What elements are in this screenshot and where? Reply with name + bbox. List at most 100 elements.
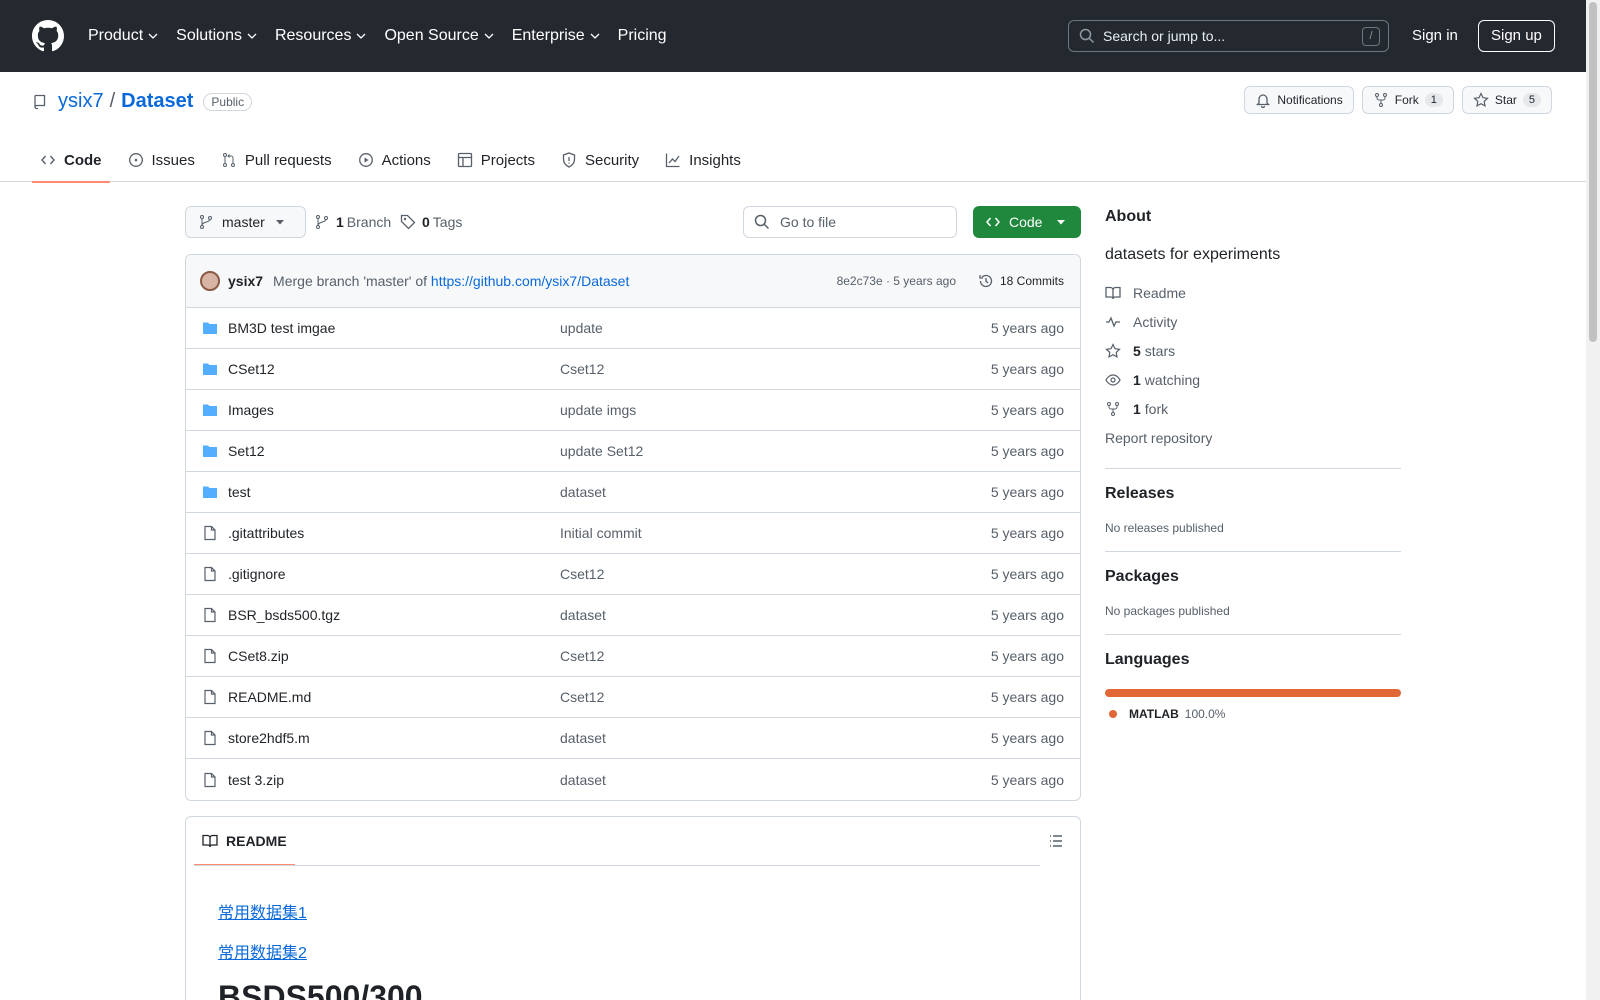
file-name-link[interactable]: test 3.zip	[228, 772, 560, 788]
file-row[interactable]: Images update imgs 5 years ago	[186, 390, 1080, 431]
commit-message-link[interactable]: https://github.com/ysix7/Dataset	[431, 273, 629, 289]
graph-icon	[666, 153, 680, 168]
file-commit-message[interactable]: update Set12	[560, 443, 643, 459]
file-commit-message[interactable]: dataset	[560, 772, 606, 788]
file-commit-message[interactable]: Cset12	[560, 689, 604, 705]
github-logo-icon[interactable]	[32, 20, 64, 52]
file-commit-message[interactable]: Initial commit	[560, 525, 642, 541]
about-link-fork[interactable]: 1 fork	[1105, 394, 1401, 423]
nav-resources[interactable]: Resources	[275, 27, 366, 45]
nav-enterprise-label: Enterprise	[511, 27, 585, 44]
releases-title[interactable]: Releases	[1105, 485, 1401, 503]
about-link-label: stars	[1144, 342, 1176, 359]
code-icon	[41, 155, 55, 165]
fork-button[interactable]: Fork 1	[1361, 86, 1454, 114]
commits-history-link[interactable]: 18 Commits	[978, 273, 1064, 289]
file-commit-date: 5 years ago	[990, 361, 1064, 377]
file-icon	[204, 730, 216, 746]
file-row[interactable]: test 3.zip dataset 5 years ago	[186, 759, 1080, 800]
scrollbar-thumb[interactable]	[1589, 2, 1597, 342]
file-commit-message[interactable]: Cset12	[560, 648, 604, 664]
nav-pricing[interactable]: Pricing	[618, 27, 667, 45]
file-row[interactable]: store2hdf5.m dataset 5 years ago	[186, 718, 1080, 759]
file-name-link[interactable]: BSR_bsds500.tgz	[228, 607, 560, 623]
about-link-stars[interactable]: 5 stars	[1105, 336, 1401, 365]
language-item[interactable]: MATLAB 100.0%	[1105, 707, 1401, 721]
file-name-link[interactable]: CSet8.zip	[228, 648, 560, 664]
branch-select-button[interactable]: master	[185, 206, 306, 238]
tab-insights[interactable]: Insights	[657, 138, 749, 182]
tab-security[interactable]: Security	[553, 138, 647, 182]
readme-tab[interactable]: README	[194, 817, 295, 866]
file-row[interactable]: BSR_bsds500.tgz dataset 5 years ago	[186, 595, 1080, 636]
file-commit-message[interactable]: dataset	[560, 484, 606, 500]
readme-link[interactable]: 常用数据集2	[218, 939, 307, 963]
commit-author-link[interactable]: ysix7	[228, 273, 263, 289]
tab-actions[interactable]: Actions	[350, 138, 439, 182]
file-row[interactable]: .gitignore Cset12 5 years ago	[186, 554, 1080, 595]
file-row[interactable]: .gitattributes Initial commit 5 years ago	[186, 513, 1080, 554]
file-commit-message[interactable]: dataset	[560, 730, 606, 746]
go-to-file-input[interactable]: Go to file	[743, 206, 957, 238]
commit-hash-time[interactable]: 8e2c73e · 5 years ago	[837, 274, 956, 288]
nav-product[interactable]: Product	[88, 27, 158, 45]
about-link-activity[interactable]: Activity	[1105, 307, 1401, 336]
sign-up-button[interactable]: Sign up	[1478, 20, 1555, 52]
branches-link[interactable]: 1 Branch	[314, 214, 391, 230]
file-commit-date: 5 years ago	[990, 566, 1064, 582]
file-row[interactable]: BM3D test imgae update 5 years ago	[186, 308, 1080, 349]
nav-open-source[interactable]: Open Source	[384, 27, 494, 45]
file-commit-message[interactable]: Cset12	[560, 361, 604, 377]
file-name-link[interactable]: .gitignore	[228, 566, 560, 582]
about-link-readme[interactable]: Readme	[1105, 278, 1401, 307]
report-repository-link[interactable]: Report repository	[1105, 423, 1401, 452]
global-search-input[interactable]: Search or jump to... /	[1068, 20, 1389, 52]
tab-code[interactable]: Code	[32, 138, 110, 183]
readme-link[interactable]: 常用数据集1	[218, 899, 307, 923]
file-name-link[interactable]: BM3D test imgae	[228, 320, 560, 336]
page-scrollbar[interactable]	[1586, 0, 1600, 1000]
nav-pricing-label: Pricing	[617, 27, 667, 44]
file-commit-message[interactable]: dataset	[560, 607, 606, 623]
file-row[interactable]: CSet12 Cset12 5 years ago	[186, 349, 1080, 390]
tab-pull-requests[interactable]: Pull requests	[213, 138, 340, 182]
folder-icon	[203, 363, 217, 375]
file-name-link[interactable]: test	[228, 484, 560, 500]
file-name-link[interactable]: store2hdf5.m	[228, 730, 560, 746]
file-name-link[interactable]: Images	[228, 402, 560, 418]
tags-link[interactable]: 0 Tags	[400, 214, 462, 230]
about-link-watching[interactable]: 1 watching	[1105, 365, 1401, 394]
file-row[interactable]: README.md Cset12 5 years ago	[186, 677, 1080, 718]
file-name-link[interactable]: Set12	[228, 443, 560, 459]
file-icon	[204, 525, 216, 541]
file-commit-message[interactable]: update imgs	[560, 402, 636, 418]
file-commit-message[interactable]: update	[560, 320, 603, 336]
nav-solutions[interactable]: Solutions	[176, 27, 257, 45]
file-row[interactable]: test dataset 5 years ago	[186, 472, 1080, 513]
file-icon	[204, 566, 216, 582]
nav-enterprise[interactable]: Enterprise	[512, 27, 600, 45]
file-name-link[interactable]: README.md	[228, 689, 560, 705]
file-commit-message[interactable]: Cset12	[560, 566, 604, 582]
tab-issues[interactable]: Issues	[120, 138, 203, 182]
file-name-link[interactable]: .gitattributes	[228, 525, 560, 541]
file-row[interactable]: CSet8.zip Cset12 5 years ago	[186, 636, 1080, 677]
repo-owner-link[interactable]: ysix7	[58, 90, 104, 113]
list-outline-icon[interactable]	[1048, 833, 1064, 849]
tab-projects[interactable]: Projects	[449, 138, 543, 182]
packages-title[interactable]: Packages	[1105, 568, 1401, 586]
about-link-label: fork	[1144, 400, 1169, 417]
divider	[1105, 634, 1401, 635]
file-commit-date: 5 years ago	[990, 320, 1064, 336]
notifications-button[interactable]: Notifications	[1244, 86, 1354, 114]
global-header: Product Solutions Resources Open Source …	[0, 0, 1586, 72]
code-dropdown-button[interactable]: Code	[973, 206, 1081, 238]
repo-name-link[interactable]: Dataset	[121, 90, 193, 113]
file-row[interactable]: Set12 update Set12 5 years ago	[186, 431, 1080, 472]
file-name-link[interactable]: CSet12	[228, 361, 560, 377]
star-button[interactable]: Star 5	[1461, 86, 1552, 114]
avatar[interactable]	[200, 271, 220, 291]
sign-in-link[interactable]: Sign in	[1412, 27, 1458, 44]
star-icon	[1105, 342, 1121, 358]
star-label: Star	[1494, 93, 1517, 107]
